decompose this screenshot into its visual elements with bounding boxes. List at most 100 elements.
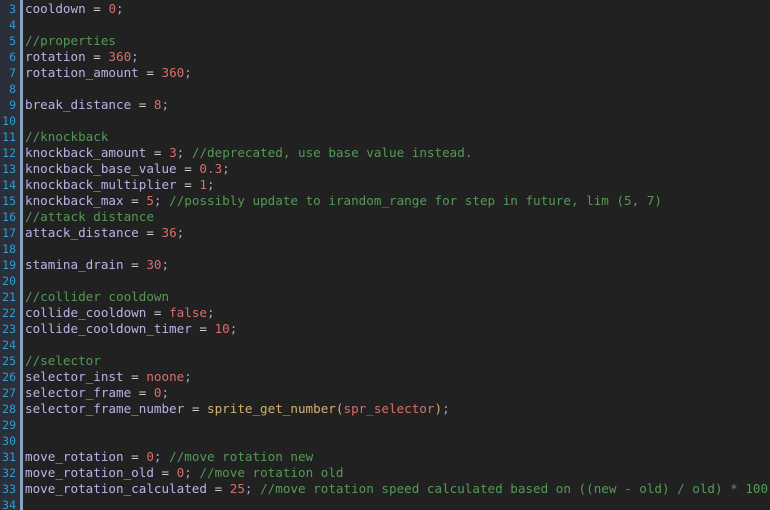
line-number: 9: [9, 98, 16, 112]
code-token: 25: [229, 481, 245, 496]
code-surface[interactable]: cooldown = 0; //properties rotation = 360;…: [0, 0, 770, 510]
code-line[interactable]: move_rotation_calculated = 25; //move ro…: [25, 481, 768, 497]
code-line[interactable]: //attack distance: [25, 209, 154, 225]
line-number: 21: [2, 290, 16, 304]
line-number: 5: [9, 34, 16, 48]
code-token: ;: [161, 385, 170, 400]
code-token: =: [93, 1, 101, 16]
code-token: ;: [116, 1, 124, 16]
code-token: selector_frame_number: [25, 401, 185, 416]
code-token: knockback_multiplier: [25, 177, 177, 192]
code-line[interactable]: //knockback: [25, 129, 108, 145]
code-token: collide_cooldown_timer: [25, 321, 192, 336]
code-line[interactable]: stamina_drain = 30;: [25, 257, 169, 273]
code-token: =: [85, 49, 109, 64]
code-token: 0.3: [199, 161, 223, 176]
code-token: stamina_drain: [25, 257, 124, 272]
code-editor[interactable]: cooldown = 0; //properties rotation = 360;…: [0, 0, 770, 510]
code-token: knockback_max: [25, 193, 124, 208]
code-line[interactable]: rotation = 360;: [25, 49, 139, 65]
code-token: 360: [108, 49, 132, 64]
code-line[interactable]: move_rotation_old = 0; //move rotation o…: [25, 465, 344, 481]
code-line[interactable]: break_distance = 8;: [25, 97, 169, 113]
code-line[interactable]: //collider cooldown: [25, 289, 169, 305]
line-number: 8: [9, 82, 16, 96]
code-line[interactable]: move_rotation = 0; //move rotation new: [25, 449, 313, 465]
code-token: false: [169, 305, 207, 320]
code-line[interactable]: knockback_max = 5; //possibly update to …: [25, 193, 662, 209]
code-token: 1: [199, 177, 207, 192]
line-number: 19: [2, 258, 16, 272]
code-line[interactable]: knockback_base_value = 0.3;: [25, 161, 230, 177]
code-token: cooldown: [25, 1, 86, 16]
code-token: collide_cooldown: [25, 305, 147, 320]
code-token: 8: [153, 97, 162, 112]
code-token: 0: [146, 449, 154, 464]
code-token: 30: [146, 257, 162, 272]
code-token: =: [138, 65, 162, 80]
code-token: =: [123, 369, 147, 384]
line-number: 24: [2, 338, 16, 352]
code-token: =: [138, 225, 162, 240]
code-token: =: [184, 401, 207, 416]
line-number: 23: [2, 322, 16, 336]
line-number: 16: [2, 210, 16, 224]
code-line[interactable]: //properties: [25, 33, 116, 49]
code-token: =: [123, 193, 147, 208]
code-token: =: [191, 321, 215, 336]
line-number: 17: [2, 226, 16, 240]
code-token: break_distance: [25, 97, 132, 112]
code-token: 3: [169, 145, 177, 160]
line-number: 30: [2, 434, 16, 448]
code-token: //move rotation old: [199, 465, 344, 480]
code-token: //possibly update to irandom_range for s…: [169, 193, 662, 208]
code-line[interactable]: collide_cooldown_timer = 10;: [25, 321, 237, 337]
line-number: 33: [2, 482, 16, 496]
code-token: ;: [244, 481, 253, 496]
line-number: 14: [2, 178, 16, 192]
line-number: 11: [2, 130, 16, 144]
code-line[interactable]: attack_distance = 36;: [25, 225, 184, 241]
code-token: //knockback: [25, 129, 109, 144]
line-number: 28: [2, 402, 16, 416]
line-number: 3: [9, 2, 16, 16]
code-line[interactable]: knockback_amount = 3; //deprecated, use …: [25, 145, 472, 161]
code-token: =: [131, 97, 154, 112]
code-line[interactable]: selector_inst = noone;: [25, 369, 192, 385]
code-token: ;: [176, 225, 185, 240]
code-line[interactable]: selector_frame = 0;: [25, 385, 169, 401]
line-number: 18: [2, 242, 16, 256]
line-number: 29: [2, 418, 16, 432]
code-token: //move rotation speed calculated based o…: [260, 481, 769, 496]
code-token: ;: [131, 49, 139, 64]
code-token: ;: [161, 97, 170, 112]
code-token: ;: [161, 257, 170, 272]
gutter-separator-bar: [20, 0, 23, 510]
line-number: 7: [9, 66, 16, 80]
line-number: 31: [2, 450, 16, 464]
code-token: //deprecated, use base value instead.: [191, 145, 473, 160]
code-token: move_rotation: [25, 449, 124, 464]
line-number: 13: [2, 162, 16, 176]
code-token: ;: [229, 321, 238, 336]
code-line[interactable]: cooldown = 0;: [25, 1, 124, 17]
line-number: 25: [2, 354, 16, 368]
code-token: selector_frame: [25, 385, 132, 400]
code-token: attack_distance: [25, 225, 139, 240]
code-line[interactable]: rotation_amount = 360;: [25, 65, 192, 81]
code-token: =: [146, 145, 170, 160]
line-number-gutter: 3 4 5 6 7 8 9 10 11 12 13 14 15 16 17 18 19 20 21 22 23 24 25 2…: [0, 0, 20, 510]
code-line[interactable]: //selector: [25, 353, 101, 369]
code-line[interactable]: selector_frame_number = sprite_get_numbe…: [25, 401, 450, 417]
code-line[interactable]: knockback_multiplier = 1;: [25, 177, 215, 193]
line-number: 26: [2, 370, 16, 384]
code-token: ;: [442, 401, 450, 416]
code-token: ;: [184, 65, 192, 80]
code-line[interactable]: collide_cooldown = false;: [25, 305, 215, 321]
code-token: ;: [207, 177, 215, 192]
code-token: ;: [184, 369, 192, 384]
code-token: //properties: [25, 33, 116, 48]
code-token: move_rotation_calculated: [25, 481, 207, 496]
code-token: knockback_amount: [25, 145, 147, 160]
